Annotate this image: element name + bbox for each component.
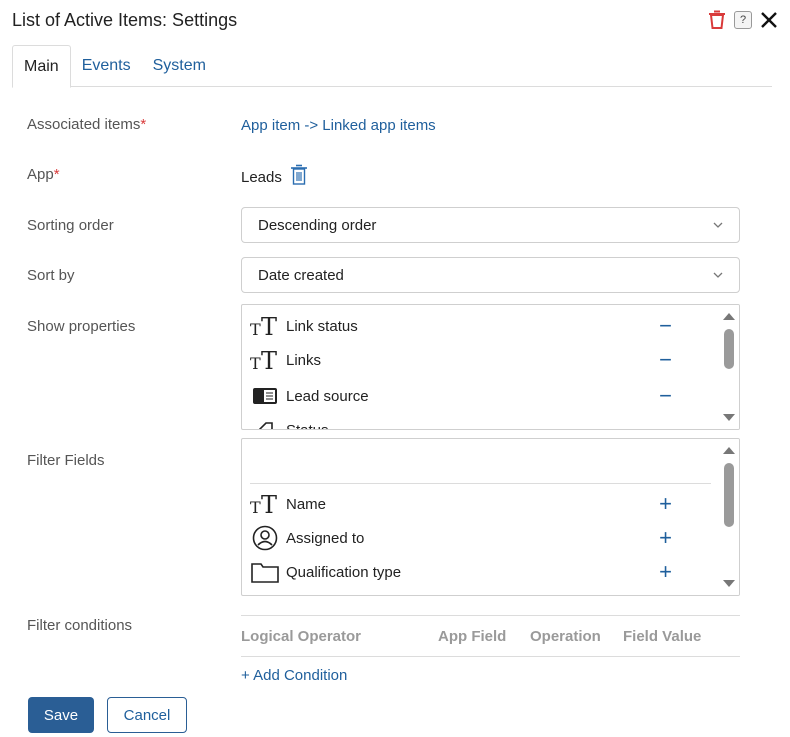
tab-system[interactable]: System: [142, 45, 217, 87]
show-properties-label: Show properties: [27, 318, 136, 335]
app-value-row: Leads: [241, 164, 308, 191]
sorting-order-label: Sorting order: [27, 217, 114, 234]
list-item[interactable]: Assigned to +: [250, 521, 710, 555]
show-properties-list[interactable]: TT Link status − TT Links − Lead source …: [241, 304, 740, 430]
trash-icon[interactable]: [290, 164, 308, 191]
svg-text:T: T: [250, 498, 261, 516]
app-label: App*: [27, 166, 60, 183]
chevron-down-icon: [713, 272, 723, 278]
text-type-icon: TT: [250, 345, 280, 375]
filter-fields-label: Filter Fields: [27, 452, 105, 469]
associated-items-link[interactable]: App item -> Linked app items: [241, 117, 436, 134]
svg-text:T: T: [261, 492, 277, 516]
scrollbar-thumb[interactable]: [724, 463, 734, 527]
svg-text:T: T: [250, 320, 261, 338]
scrollbar[interactable]: [719, 305, 739, 429]
list-item[interactable]: Qualification type +: [250, 555, 710, 589]
list-item[interactable]: Status: [250, 413, 710, 429]
tab-main[interactable]: Main: [12, 45, 71, 88]
remove-button[interactable]: −: [659, 315, 672, 337]
scroll-down-icon[interactable]: [723, 414, 735, 421]
text-type-icon: TT: [250, 489, 280, 519]
text-type-icon: TT: [250, 311, 280, 341]
filter-conditions-label: Filter conditions: [27, 617, 133, 634]
main-form: Associated items* App item -> Linked app…: [0, 88, 790, 737]
folder-icon: [250, 557, 280, 587]
scroll-up-icon[interactable]: [723, 313, 735, 320]
column-header: Operation: [530, 627, 601, 645]
chevron-down-icon: [713, 222, 723, 228]
svg-text:T: T: [261, 348, 277, 372]
column-header: App Field: [438, 627, 507, 645]
svg-text:T: T: [261, 314, 277, 338]
add-button[interactable]: +: [659, 493, 672, 515]
sort-by-label: Sort by: [27, 267, 75, 284]
sort-by-select[interactable]: Date created: [241, 257, 740, 293]
scroll-down-icon[interactable]: [723, 580, 735, 587]
add-button[interactable]: +: [659, 561, 672, 583]
app-value: Leads: [241, 169, 282, 186]
filter-fields-list[interactable]: TT Name + Assigned to + Qualification ty…: [241, 438, 740, 596]
tab-events[interactable]: Events: [71, 45, 142, 87]
divider: [250, 483, 711, 484]
list-type-icon: [250, 381, 280, 411]
svg-text:T: T: [250, 354, 261, 372]
list-item[interactable]: Lead source −: [250, 379, 710, 413]
sorting-order-select[interactable]: Descending order: [241, 207, 740, 243]
close-icon[interactable]: [760, 11, 778, 29]
dialog-title: List of Active Items: Settings: [12, 10, 238, 30]
tab-bar: Main Events System: [12, 45, 772, 88]
help-icon[interactable]: ?: [734, 11, 752, 29]
list-item[interactable]: TT Links −: [250, 343, 710, 377]
sorting-order-value: Descending order: [258, 216, 377, 234]
remove-button[interactable]: −: [659, 385, 672, 407]
sort-by-value: Date created: [258, 266, 344, 284]
save-button[interactable]: Save: [28, 697, 94, 733]
user-icon: [250, 523, 280, 553]
list-item[interactable]: TT Name +: [250, 487, 710, 521]
trash-icon[interactable]: [708, 10, 726, 30]
cancel-button[interactable]: Cancel: [107, 697, 187, 733]
scroll-up-icon[interactable]: [723, 447, 735, 454]
header-icons: ?: [708, 10, 778, 30]
associated-items-label: Associated items*: [27, 116, 147, 133]
scrollbar-thumb[interactable]: [724, 329, 734, 369]
remove-button[interactable]: −: [659, 349, 672, 371]
status-icon: [250, 415, 280, 429]
add-button[interactable]: +: [659, 527, 672, 549]
filter-conditions-header: Logical Operator App Field Operation Fie…: [241, 615, 740, 657]
column-header: Field Value: [623, 627, 702, 645]
scrollbar[interactable]: [719, 439, 739, 595]
add-condition-link[interactable]: + Add Condition: [241, 667, 347, 684]
column-header: Logical Operator: [241, 627, 362, 645]
list-item[interactable]: TT Link status −: [250, 309, 710, 343]
